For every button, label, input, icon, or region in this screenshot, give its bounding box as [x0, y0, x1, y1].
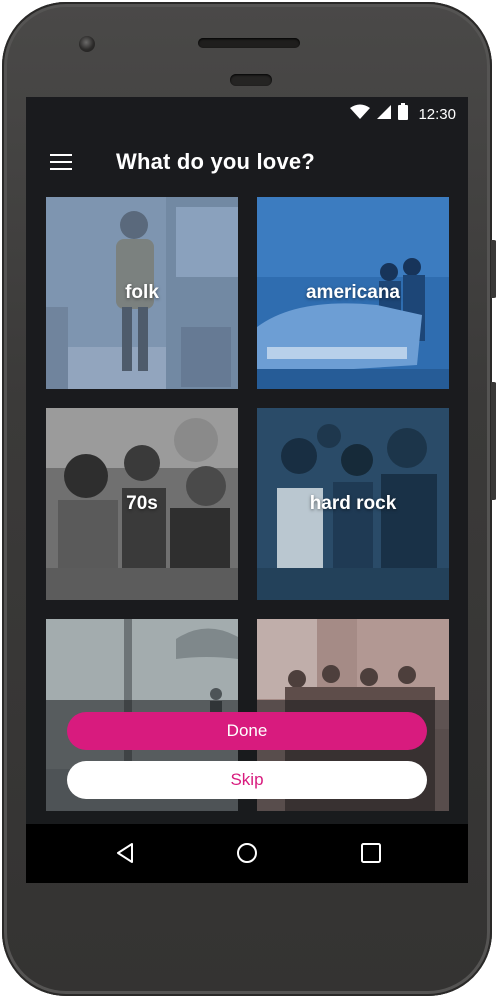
recents-icon[interactable] [358, 840, 384, 866]
app-screen: 12:30 What do you love? folk americana 7… [26, 97, 468, 883]
skip-button[interactable]: Skip [67, 761, 427, 799]
genre-tile-folk[interactable]: folk [46, 197, 238, 389]
genre-tile-70s[interactable]: 70s [46, 408, 238, 600]
done-button[interactable]: Done [67, 712, 427, 750]
genre-label: folk [125, 282, 159, 303]
power-button [491, 382, 496, 500]
wifi-icon [350, 104, 371, 125]
volume-button [491, 240, 496, 298]
status-time: 12:30 [418, 105, 456, 123]
genre-tile-americana[interactable]: americana [257, 197, 449, 389]
genre-label: 70s [126, 493, 158, 514]
front-camera [79, 36, 95, 52]
home-icon[interactable] [234, 840, 260, 866]
menu-icon[interactable] [50, 154, 72, 170]
sensor-bar [230, 74, 272, 86]
page-title: What do you love? [116, 149, 315, 174]
battery-icon [398, 103, 409, 125]
genre-label: hard rock [309, 493, 397, 514]
app-bar: What do you love? [26, 133, 468, 191]
earpiece-speaker [198, 38, 300, 48]
system-nav-bar [26, 824, 468, 883]
genre-label: americana [305, 282, 400, 303]
genre-tile-hard-rock[interactable]: hard rock [257, 408, 449, 600]
back-icon[interactable] [112, 840, 138, 866]
status-bar: 12:30 [26, 97, 468, 131]
cell-signal-icon [376, 104, 392, 125]
